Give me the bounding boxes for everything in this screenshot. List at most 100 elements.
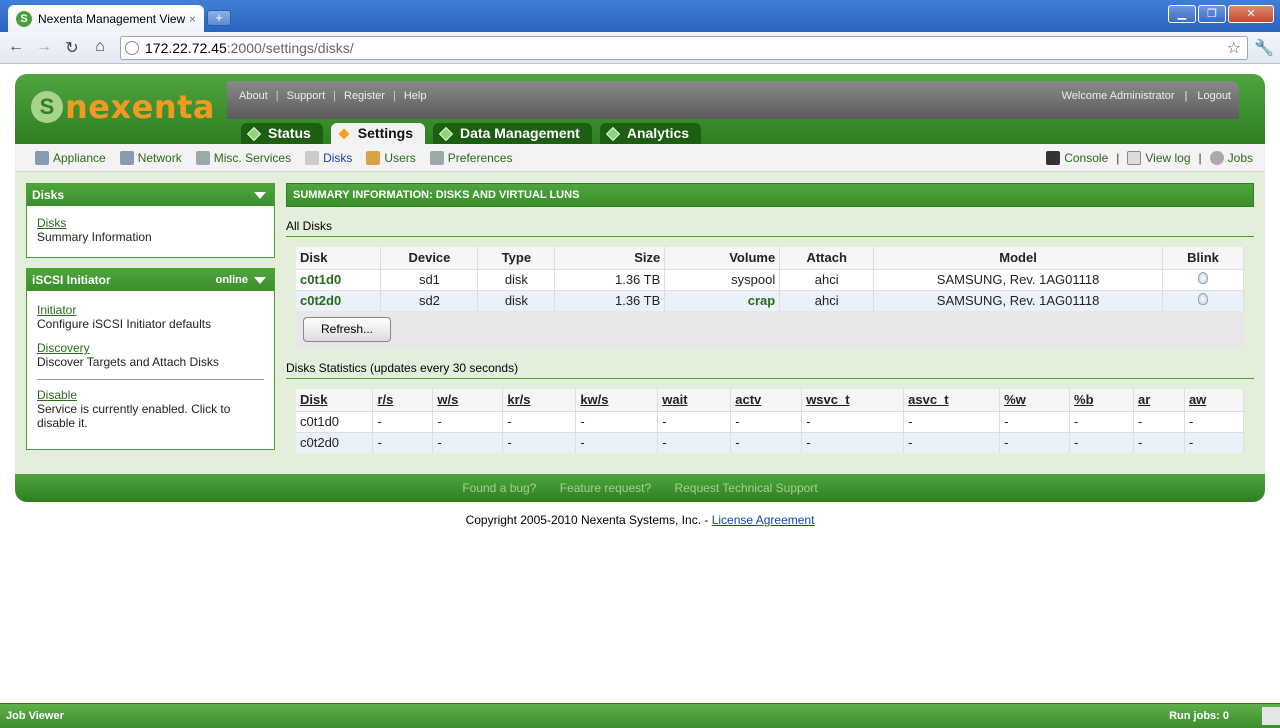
url-host: 172.22.72.45	[145, 40, 227, 56]
col-volume[interactable]: Volume	[664, 247, 781, 269]
stat-col[interactable]: %b	[1069, 389, 1134, 411]
job-viewer-bar[interactable]: Job Viewer Run jobs: 0	[0, 703, 1280, 728]
reload-icon[interactable]: ↻	[62, 38, 82, 58]
logout-link[interactable]: Logout	[1197, 90, 1231, 102]
panel-title: iSCSI Initiator	[32, 273, 111, 287]
jobs-link[interactable]: Jobs	[1209, 151, 1253, 165]
maximize-button[interactable]: ❐	[1198, 5, 1226, 23]
subnav-preferences[interactable]: Preferences	[429, 151, 512, 165]
size-cell: 1.36 TB	[554, 289, 666, 311]
attach-cell: ahci	[779, 268, 875, 290]
close-window-button[interactable]: ✕	[1228, 5, 1274, 23]
stat-col[interactable]: kw/s	[575, 389, 659, 411]
nexenta-logo[interactable]: S nexenta	[31, 88, 215, 126]
stat-col[interactable]: kr/s	[502, 389, 577, 411]
table-row: c0t1d0 sd1 disk 1.36 TB syspool ahci SAM…	[296, 268, 1245, 290]
initiator-desc: Configure iSCSI Initiator defaults	[37, 317, 212, 331]
subnav-users[interactable]: Users	[366, 151, 416, 165]
window-controls: ▁ ❐ ✕	[1168, 5, 1274, 23]
stat-col[interactable]: asvc_t	[903, 389, 1001, 411]
tech-support-link[interactable]: Request Technical Support	[674, 481, 817, 495]
stat-cell: -	[903, 431, 1001, 453]
console-link[interactable]: Console	[1046, 151, 1108, 165]
discovery-link[interactable]: Discovery	[37, 341, 264, 355]
stat-col[interactable]: Disk	[296, 389, 374, 411]
stat-cell: -	[432, 410, 504, 432]
lightbulb-icon[interactable]	[1197, 293, 1208, 306]
nexenta-logo-icon: S	[31, 91, 63, 123]
col-type[interactable]: Type	[477, 247, 556, 269]
initiator-link[interactable]: Initiator	[37, 303, 264, 317]
feature-request-link[interactable]: Feature request?	[560, 481, 651, 495]
disks-panel-header[interactable]: Disks	[27, 184, 274, 206]
about-link[interactable]: About	[239, 90, 268, 102]
tab-data-management[interactable]: Data Management	[433, 123, 592, 144]
stat-col[interactable]: ar	[1133, 389, 1185, 411]
disks-table: Disk Device Type Size Volume Attach Mode…	[296, 247, 1245, 311]
disk-name-link[interactable]: c0t1d0	[296, 268, 382, 290]
col-model[interactable]: Model	[873, 247, 1163, 269]
stat-col[interactable]: r/s	[372, 389, 434, 411]
tab-close-icon[interactable]: ×	[189, 12, 196, 26]
view-log-link[interactable]: View log	[1127, 151, 1191, 165]
tab-label: Status	[268, 125, 311, 141]
nexenta-favicon-icon: S	[16, 10, 32, 27]
help-link[interactable]: Help	[404, 90, 427, 102]
col-blink[interactable]: Blink	[1162, 247, 1245, 269]
subnav-network[interactable]: Network	[119, 151, 182, 165]
col-disk[interactable]: Disk	[296, 247, 382, 269]
volume-link[interactable]: crap	[664, 289, 781, 311]
subnav-appliance[interactable]: Appliance	[35, 151, 106, 165]
stat-col[interactable]: w/s	[432, 389, 504, 411]
stat-col[interactable]: aw	[1184, 389, 1245, 411]
new-tab-button[interactable]: +	[207, 10, 231, 26]
browser-titlebar: S Nexenta Management View:... × + ▁ ❐ ✕	[0, 0, 1280, 32]
disable-link[interactable]: Disable	[37, 388, 264, 402]
stat-col[interactable]: actv	[730, 389, 803, 411]
stat-cell: -	[432, 431, 504, 453]
back-arrow-icon[interactable]: ←	[6, 38, 26, 56]
refresh-button[interactable]: Refresh...	[303, 317, 391, 342]
wrench-icon[interactable]: 🔧	[1254, 38, 1274, 58]
disks-link[interactable]: Disks	[37, 216, 264, 230]
tab-analytics[interactable]: Analytics	[599, 123, 702, 144]
minimize-button[interactable]: ▁	[1168, 5, 1196, 23]
register-link[interactable]: Register	[344, 90, 385, 102]
stat-cell: -	[1184, 410, 1245, 432]
stats-title: Disks Statistics (updates every 30 secon…	[286, 361, 1254, 379]
browser-tab[interactable]: S Nexenta Management View:... ×	[8, 5, 204, 32]
tab-settings[interactable]: Settings	[330, 123, 426, 144]
iscsi-panel-header[interactable]: iSCSI Initiator online	[27, 269, 274, 291]
address-bar[interactable]: 172.22.72.45:2000/settings/disks/ ☆	[120, 36, 1248, 60]
col-device[interactable]: Device	[380, 247, 479, 269]
home-icon[interactable]: ⌂	[90, 38, 110, 56]
col-attach[interactable]: Attach	[779, 247, 875, 269]
col-size[interactable]: Size	[554, 247, 666, 269]
collapse-caret-icon[interactable]	[254, 192, 266, 199]
job-viewer-label: Job Viewer	[6, 710, 64, 722]
copyright: Copyright 2005-2010 Nexenta Systems, Inc…	[0, 513, 1280, 527]
table-row: c0t1d0 - - - - - - - - - - - -	[296, 410, 1245, 432]
stat-cell: -	[1133, 431, 1185, 453]
license-link[interactable]: License Agreement	[712, 513, 815, 527]
stat-cell: -	[730, 410, 803, 432]
subnav-disks[interactable]: Disks	[305, 151, 352, 165]
stat-col[interactable]: %w	[999, 389, 1071, 411]
stat-col[interactable]: wsvc_t	[801, 389, 905, 411]
lightbulb-icon[interactable]	[1197, 272, 1208, 284]
subnav-misc-services[interactable]: Misc. Services	[195, 151, 291, 165]
found-bug-link[interactable]: Found a bug?	[462, 481, 536, 495]
disk-name-link[interactable]: c0t2d0	[296, 289, 382, 311]
support-link[interactable]: Support	[287, 90, 326, 102]
stat-col[interactable]: wait	[657, 389, 732, 411]
bookmark-star-icon[interactable]: ☆	[1227, 38, 1241, 58]
collapse-caret-icon[interactable]	[254, 277, 266, 284]
disks-desc: Summary Information	[37, 230, 152, 244]
stat-cell: -	[502, 410, 577, 432]
main-tabs: Status Settings Data Management Analytic…	[241, 123, 702, 144]
tab-status[interactable]: Status	[241, 123, 323, 144]
stat-cell: -	[575, 431, 659, 453]
tab-title: Nexenta Management View:...	[38, 11, 185, 26]
footer: Found a bug? Feature request? Request Te…	[15, 474, 1265, 502]
forward-arrow-icon[interactable]: →	[34, 38, 54, 56]
